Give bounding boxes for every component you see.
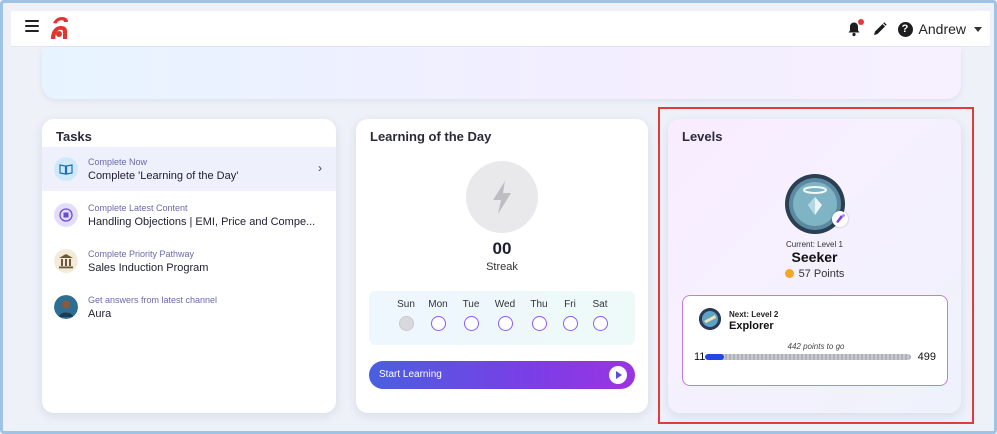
- levels-highlight-box: [658, 107, 974, 424]
- day-sun: Sun: [391, 299, 421, 331]
- week-days-tracker: Sun Mon Tue Wed Thu Fri Sat: [369, 291, 635, 345]
- task-label: Complete 'Learning of the Day': [88, 170, 239, 182]
- day-mon: Mon: [423, 299, 453, 331]
- top-bar-actions: ? Andrew: [846, 11, 982, 47]
- streak-circle: [466, 161, 538, 233]
- chevron-right-icon[interactable]: ›: [318, 161, 322, 175]
- day-label: Thu: [530, 299, 548, 310]
- day-label: Tue: [462, 299, 480, 310]
- task-item-latest-channel[interactable]: Get answers from latest channel Aura: [42, 285, 336, 329]
- streak-count: 00: [492, 239, 512, 258]
- task-subtitle: Complete Now: [88, 157, 148, 167]
- app-window: ? Andrew Tasks Complete Now Complete 'Le…: [0, 0, 997, 434]
- task-item-learning-of-the-day[interactable]: Complete Now Complete 'Learning of the D…: [42, 147, 336, 191]
- avatar-icon: [54, 295, 78, 319]
- top-bar: ? Andrew: [11, 11, 990, 47]
- tasks-title: Tasks: [56, 129, 92, 144]
- notification-bell-icon[interactable]: [846, 19, 864, 37]
- task-label: Handling Objections | EMI, Price and Com…: [88, 216, 316, 228]
- play-icon: [609, 366, 627, 384]
- app-logo[interactable]: [47, 13, 71, 43]
- day-status-circle: [463, 316, 479, 331]
- task-subtitle: Complete Priority Pathway: [88, 249, 195, 259]
- help-icon[interactable]: ?: [897, 21, 913, 37]
- day-label: Mon: [428, 299, 448, 310]
- task-item-priority-pathway[interactable]: Complete Priority Pathway Sales Inductio…: [42, 239, 336, 283]
- day-tue: Tue: [456, 299, 486, 331]
- day-status-circle: [398, 316, 414, 331]
- institution-icon: [54, 249, 78, 273]
- user-menu[interactable]: ? Andrew: [897, 21, 982, 37]
- day-status-circle: [562, 316, 578, 331]
- day-label: Sun: [397, 299, 415, 310]
- task-subtitle: Complete Latest Content: [88, 203, 188, 213]
- day-label: Wed: [494, 299, 516, 310]
- day-fri: Fri: [555, 299, 585, 331]
- day-status-circle: [430, 316, 446, 331]
- task-item-latest-content[interactable]: Complete Latest Content Handling Objecti…: [42, 193, 336, 237]
- day-status-circle: [531, 316, 547, 331]
- day-label: Fri: [564, 299, 576, 310]
- day-status-circle: [497, 316, 513, 331]
- lotd-title: Learning of the Day: [370, 129, 492, 144]
- lightning-bolt-icon: [493, 181, 511, 214]
- streak-label: Streak: [486, 261, 518, 273]
- notification-dot: [857, 19, 864, 25]
- day-sat: Sat: [585, 299, 615, 331]
- day-label: Sat: [592, 299, 608, 310]
- chevron-down-icon: [974, 26, 982, 32]
- content-icon: [54, 203, 78, 227]
- day-wed: Wed: [490, 299, 520, 331]
- menu-icon[interactable]: [25, 20, 39, 34]
- task-subtitle: Get answers from latest channel: [88, 295, 218, 305]
- task-label: Aura: [88, 308, 112, 320]
- day-thu: Thu: [524, 299, 554, 331]
- edit-pencil-icon[interactable]: [872, 21, 888, 37]
- user-name: Andrew: [918, 21, 966, 37]
- book-icon: [54, 157, 78, 181]
- task-label: Sales Induction Program: [88, 262, 209, 274]
- hero-banner: [42, 47, 961, 99]
- day-status-circle: [592, 316, 608, 331]
- tasks-card: Tasks Complete Now Complete 'Learning of…: [42, 119, 336, 413]
- learning-of-the-day-card: Learning of the Day 00 Streak Sun Mon Tu…: [356, 119, 648, 413]
- start-learning-button[interactable]: Start Learning: [369, 361, 635, 389]
- start-learning-label: Start Learning: [379, 369, 442, 380]
